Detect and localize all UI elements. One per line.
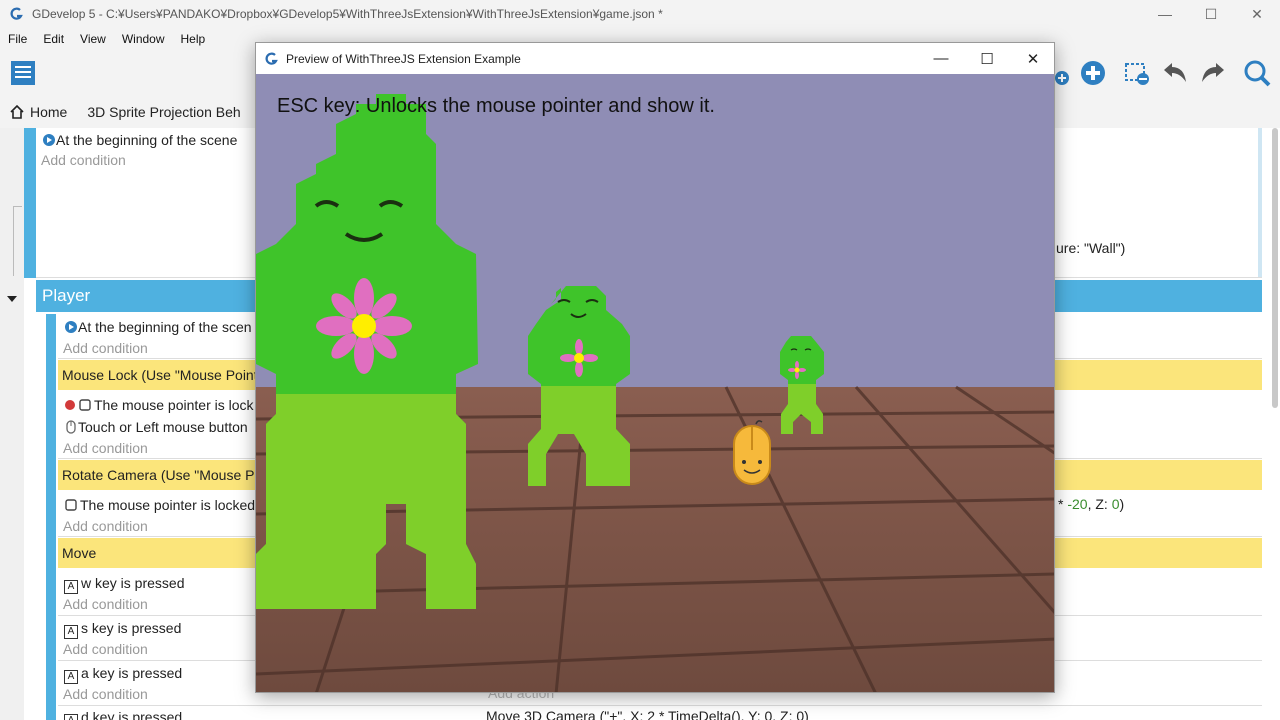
gdevelop-logo-icon [10, 7, 23, 20]
add-condition-link[interactable]: Add condition [41, 152, 126, 168]
condition-a-key[interactable]: Aa key is pressed [64, 665, 182, 684]
add-subevent-icon[interactable] [1078, 58, 1108, 88]
key-icon: A [64, 714, 78, 720]
mouse-lock-icon [65, 499, 77, 511]
scene-start-icon [43, 134, 55, 146]
redo-icon[interactable] [1198, 58, 1228, 88]
event-bar [24, 128, 36, 278]
action-text[interactable]: ure: "Wall") [1056, 240, 1125, 256]
scrollbar[interactable] [1272, 128, 1278, 408]
tab-scene[interactable]: 3D Sprite Projection Beh [77, 96, 250, 128]
add-condition-link[interactable]: Add condition [63, 518, 148, 534]
condition-mouse-locked[interactable]: The mouse pointer is lock [64, 397, 254, 413]
window-controls: — ☐ ✕ [1142, 0, 1280, 28]
mouse-cursor-icon [733, 420, 771, 485]
condition-pointer-locked[interactable]: The mouse pointer is locked [64, 497, 255, 513]
key-icon: A [64, 625, 78, 639]
mouse-lock-icon [65, 399, 91, 411]
condition-player-begin[interactable]: At the beginning of the scen [64, 319, 252, 335]
project-manager-icon[interactable] [8, 58, 38, 88]
home-icon [10, 105, 24, 119]
window-title: GDevelop 5 - C:¥Users¥PANDAKO¥Dropbox¥GD… [32, 7, 663, 21]
preview-close-button[interactable]: ✕ [1010, 43, 1054, 74]
close-button[interactable]: ✕ [1234, 0, 1280, 28]
mouse-icon [66, 420, 76, 434]
preview-maximize-button[interactable]: ☐ [964, 43, 1010, 74]
minimize-button[interactable]: — [1142, 0, 1188, 28]
collapse-arrow-icon[interactable] [7, 296, 17, 302]
preview-title: Preview of WithThreeJS Extension Example [286, 51, 521, 66]
tree-tick [13, 206, 22, 207]
event-gutter [0, 128, 24, 720]
action-move-camera[interactable]: Move 3D Camera ("+", X: 2 * TimeDelta(),… [486, 708, 809, 720]
undo-icon[interactable] [1160, 58, 1190, 88]
key-icon: A [64, 580, 78, 594]
menu-edit[interactable]: Edit [35, 32, 72, 46]
action-rotate[interactable]: * -20, Z: 0) [1058, 496, 1124, 512]
preview-minimize-button[interactable]: — [918, 43, 964, 74]
preview-message: ESC key: Unlocks the mouse pointer and s… [277, 95, 715, 117]
condition-mouse-button[interactable]: Touch or Left mouse button [64, 419, 248, 435]
condition-w-key[interactable]: Aw key is pressed [64, 575, 184, 594]
menu-file[interactable]: File [0, 32, 35, 46]
preview-window-controls: — ☐ ✕ [918, 43, 1054, 74]
search-icon[interactable] [1242, 58, 1272, 88]
tab-home-label: Home [30, 104, 68, 120]
gdevelop-logo-icon [265, 52, 278, 65]
delete-icon[interactable] [1122, 58, 1152, 88]
game-canvas[interactable] [256, 74, 1055, 693]
key-icon: A [64, 670, 78, 684]
group-bar [46, 314, 56, 720]
add-condition-link[interactable]: Add condition [63, 596, 148, 612]
event-border [1258, 128, 1262, 278]
tree-line [13, 206, 14, 276]
maximize-button[interactable]: ☐ [1188, 0, 1234, 28]
condition-d-key[interactable]: Ad key is pressed [64, 709, 182, 720]
add-condition-link[interactable]: Add condition [63, 686, 148, 702]
preview-window: Preview of WithThreeJS Extension Example… [255, 42, 1055, 693]
add-condition-link[interactable]: Add condition [63, 340, 148, 356]
menu-view[interactable]: View [72, 32, 114, 46]
menu-help[interactable]: Help [173, 32, 214, 46]
add-condition-link[interactable]: Add condition [63, 440, 148, 456]
add-condition-link[interactable]: Add condition [63, 641, 148, 657]
preview-titlebar: Preview of WithThreeJS Extension Example… [256, 43, 1054, 74]
window-titlebar: GDevelop 5 - C:¥Users¥PANDAKO¥Dropbox¥GD… [0, 0, 1280, 28]
condition-scene-start[interactable]: At the beginning of the scene [42, 132, 237, 148]
menu-window[interactable]: Window [114, 32, 173, 46]
tab-home[interactable]: Home [0, 96, 77, 128]
tab-scene-label: 3D Sprite Projection Beh [87, 104, 241, 120]
scene-start-icon [65, 321, 77, 333]
condition-s-key[interactable]: As key is pressed [64, 620, 181, 639]
